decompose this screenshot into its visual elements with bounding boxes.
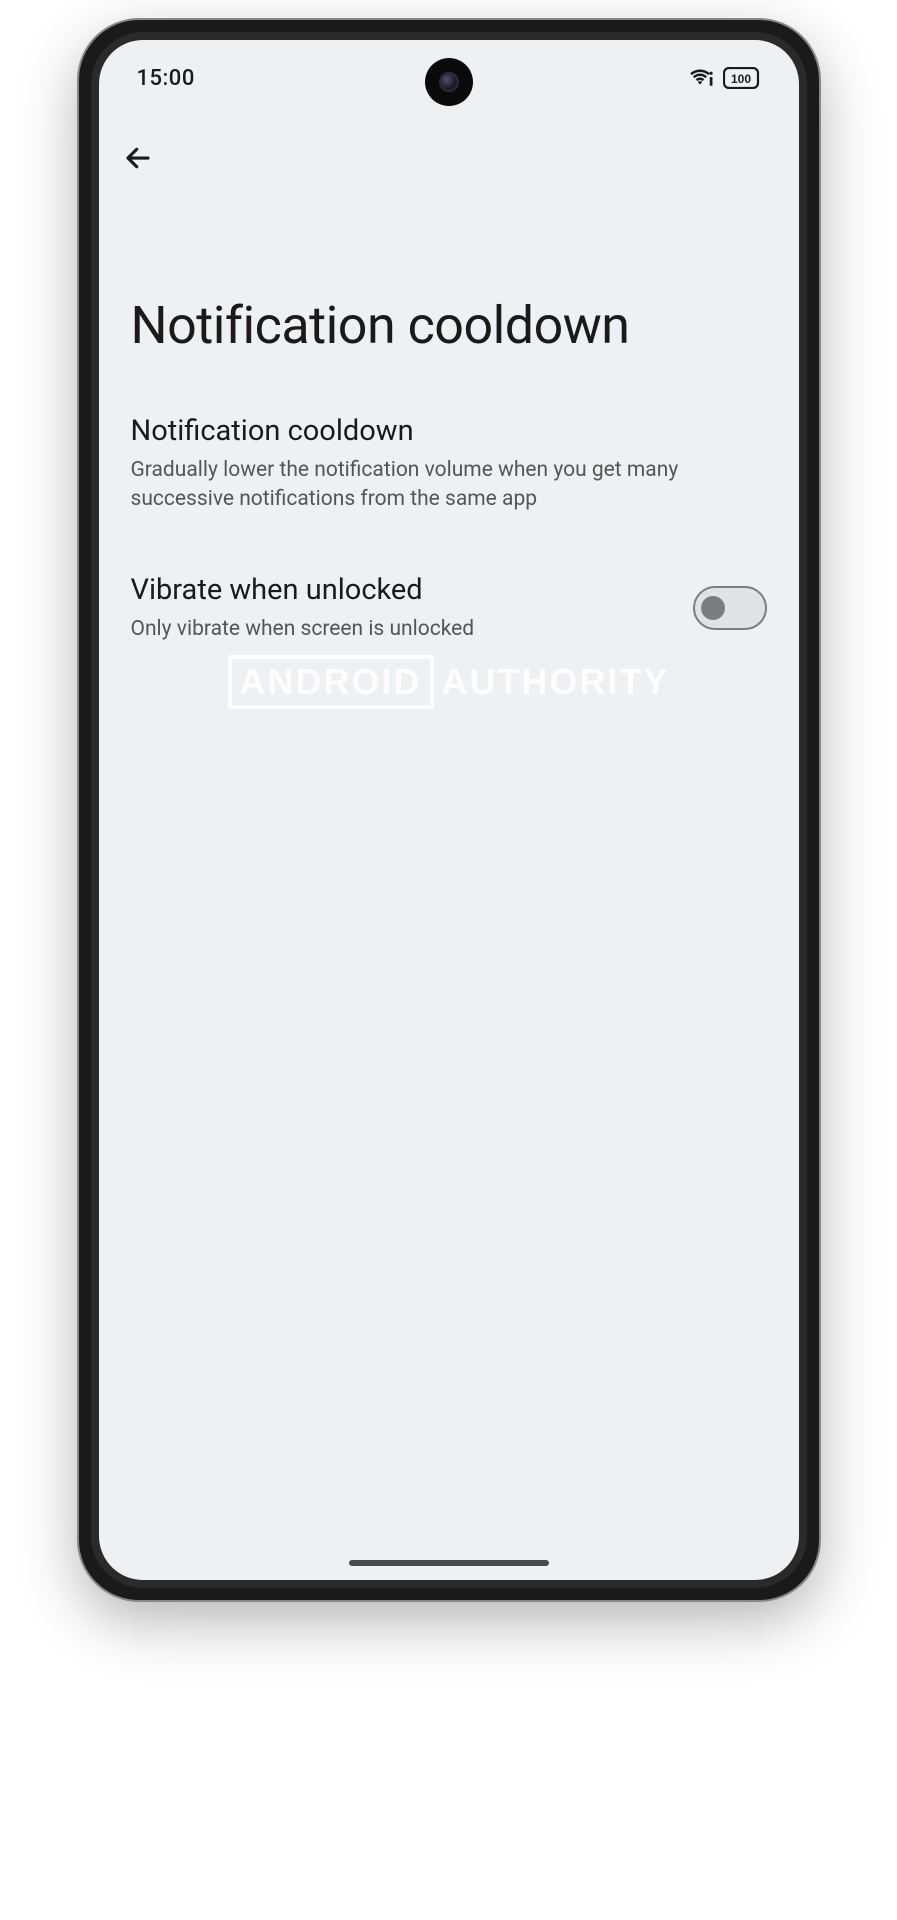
watermark: ANDROIDAUTHORITY bbox=[228, 655, 670, 709]
toggle-thumb bbox=[701, 596, 725, 620]
wifi-icon bbox=[687, 65, 713, 91]
content-area: Notification cooldown Notification coold… bbox=[99, 134, 799, 643]
watermark-part2: AUTHORITY bbox=[442, 661, 670, 702]
phone-inner-frame: 15:00 bbox=[91, 32, 807, 1588]
screen: 15:00 bbox=[99, 40, 799, 1580]
setting-notification-cooldown[interactable]: Notification cooldown Gradually lower th… bbox=[131, 414, 767, 513]
setting-cooldown-title: Notification cooldown bbox=[131, 414, 767, 448]
battery-icon: 100 bbox=[723, 67, 761, 89]
page-title: Notification cooldown bbox=[131, 297, 767, 354]
setting-vibrate-description: Only vibrate when screen is unlocked bbox=[131, 615, 673, 643]
battery-level-text: 100 bbox=[730, 72, 750, 86]
camera-notch bbox=[425, 58, 473, 106]
vibrate-toggle[interactable] bbox=[693, 586, 767, 630]
status-icons-group: 100 bbox=[687, 65, 761, 91]
setting-cooldown-description: Gradually lower the notification volume … bbox=[131, 456, 767, 513]
camera-lens bbox=[439, 72, 459, 92]
back-button[interactable] bbox=[123, 134, 171, 182]
status-time: 15:00 bbox=[137, 66, 195, 91]
navigation-bar-handle[interactable] bbox=[349, 1560, 549, 1566]
setting-vibrate-title: Vibrate when unlocked bbox=[131, 573, 673, 607]
watermark-part1: ANDROID bbox=[228, 655, 434, 709]
back-arrow-icon bbox=[123, 143, 153, 173]
setting-vibrate-unlocked[interactable]: Vibrate when unlocked Only vibrate when … bbox=[131, 573, 767, 643]
phone-frame: 15:00 bbox=[79, 20, 819, 1600]
